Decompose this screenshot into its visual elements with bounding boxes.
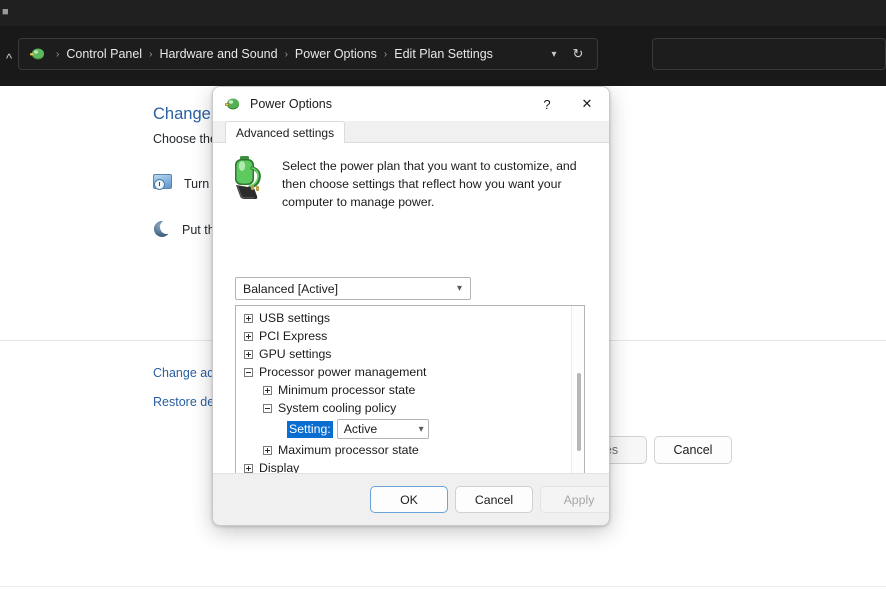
- link-change-advanced-settings[interactable]: Change ad: [153, 366, 214, 380]
- tab-advanced-settings[interactable]: Advanced settings: [225, 121, 346, 144]
- divider: [0, 586, 886, 587]
- setting-row-label: Put th: [182, 222, 215, 237]
- control-panel-icon: [29, 45, 47, 63]
- power-plan-select[interactable]: Balanced [Active] ▾: [235, 277, 471, 300]
- tree-item-system-cooling-policy[interactable]: System cooling policy: [236, 399, 573, 417]
- power-options-dialog: Power Options ? ✕ Advanced settings Sele…: [212, 86, 610, 526]
- expand-plus-icon[interactable]: [263, 385, 272, 395]
- address-bar[interactable]: › Control Panel › Hardware and Sound › P…: [18, 38, 598, 70]
- chevron-down-icon: ▾: [456, 283, 462, 294]
- tree-item-label: System cooling policy: [278, 401, 397, 415]
- link-restore-default-settings[interactable]: Restore def: [153, 395, 218, 409]
- system-cooling-policy-value: Active: [343, 422, 378, 436]
- tree-item-maximum-processor-state[interactable]: Maximum processor state: [236, 441, 573, 459]
- back-button[interactable]: ^: [0, 48, 18, 70]
- breadcrumb-separator: ›: [284, 48, 288, 60]
- setting-row-turn-off-display[interactable]: Turn o: [153, 174, 220, 193]
- expand-plus-icon[interactable]: [244, 313, 253, 323]
- expand-plus-icon[interactable]: [244, 349, 253, 359]
- moon-sleep-icon: [153, 220, 173, 239]
- tree-item-gpu-settings[interactable]: GPU settings: [236, 345, 573, 363]
- system-cooling-policy-select[interactable]: Active ▾: [336, 419, 429, 439]
- cancel-button[interactable]: Cancel: [654, 436, 732, 464]
- window-system-icon: ■: [2, 6, 9, 18]
- page-subtitle: Choose the: [153, 132, 217, 146]
- tree-list: USB settings PCI Express GPU settings Pr…: [236, 306, 573, 493]
- advanced-settings-tree[interactable]: USB settings PCI Express GPU settings Pr…: [235, 305, 585, 494]
- expand-plus-icon[interactable]: [244, 463, 253, 473]
- system-cooling-policy-setting-row[interactable]: Setting: Active ▾: [236, 417, 573, 441]
- cancel-button[interactable]: Cancel: [455, 486, 533, 513]
- collapse-minus-icon[interactable]: [244, 367, 253, 377]
- collapse-minus-icon[interactable]: [263, 403, 272, 413]
- explorer-chrome: ■ ^ › Control Panel › Hardware and Sound…: [0, 0, 886, 86]
- monitor-clock-icon: [153, 174, 174, 193]
- tree-item-minimum-processor-state[interactable]: Minimum processor state: [236, 381, 573, 399]
- breadcrumb-separator: ›: [149, 48, 153, 60]
- breadcrumb-separator: ›: [56, 48, 60, 60]
- dialog-footer: OK Cancel Apply: [213, 473, 609, 525]
- chevron-down-icon[interactable]: ▾: [543, 49, 565, 60]
- ok-button[interactable]: OK: [370, 486, 448, 513]
- tree-item-label: Maximum processor state: [278, 443, 419, 457]
- tree-item-pci-express[interactable]: PCI Express: [236, 327, 573, 345]
- tree-item-usb-settings[interactable]: USB settings: [236, 309, 573, 327]
- dialog-tabstrip: Advanced settings: [213, 121, 609, 144]
- power-plug-battery-icon: [224, 95, 242, 113]
- page-title: Change: [153, 105, 211, 123]
- tree-item-label: Minimum processor state: [278, 383, 416, 397]
- tree-item-label: GPU settings: [259, 347, 332, 361]
- setting-row-put-computer-to-sleep[interactable]: Put th: [153, 220, 215, 239]
- intro-block: Select the power plan that you want to c…: [227, 155, 597, 211]
- expand-plus-icon[interactable]: [263, 445, 272, 455]
- help-button[interactable]: ?: [527, 87, 567, 121]
- tree-scrollbar-thumb[interactable]: [577, 373, 581, 451]
- breadcrumb-item-edit-plan-settings[interactable]: Edit Plan Settings: [392, 47, 495, 61]
- breadcrumb-item-power-options[interactable]: Power Options: [293, 47, 379, 61]
- dialog-titlebar: Power Options ? ✕: [213, 87, 609, 121]
- chevron-down-icon: ▾: [418, 423, 424, 435]
- dialog-title: Power Options: [250, 97, 332, 111]
- setting-label: Setting:: [287, 420, 333, 438]
- close-icon[interactable]: ✕: [567, 87, 607, 121]
- window-titlebar-strip: ■: [0, 0, 886, 26]
- search-input[interactable]: [652, 38, 886, 70]
- dialog-body: Select the power plan that you want to c…: [213, 143, 609, 524]
- power-plan-select-value: Balanced [Active]: [243, 281, 339, 296]
- expand-plus-icon[interactable]: [244, 331, 253, 341]
- tree-item-label: PCI Express: [259, 329, 328, 343]
- tree-item-label: Processor power management: [259, 365, 427, 379]
- breadcrumb-separator: ›: [383, 48, 388, 60]
- battery-plug-icon: [227, 155, 269, 201]
- apply-button: Apply: [540, 486, 609, 513]
- breadcrumb-item-hardware-and-sound[interactable]: Hardware and Sound: [157, 47, 279, 61]
- breadcrumb[interactable]: › Control Panel › Hardware and Sound › P…: [51, 47, 543, 61]
- breadcrumb-item-control-panel[interactable]: Control Panel: [64, 47, 144, 61]
- tree-item-label: USB settings: [259, 311, 331, 325]
- tree-item-processor-power-management[interactable]: Processor power management: [236, 363, 573, 381]
- refresh-icon[interactable]: ↻: [565, 46, 591, 62]
- screen-root: ■ ^ › Control Panel › Hardware and Sound…: [0, 0, 886, 590]
- intro-text: Select the power plan that you want to c…: [282, 159, 577, 209]
- tree-scrollbar[interactable]: [571, 306, 584, 493]
